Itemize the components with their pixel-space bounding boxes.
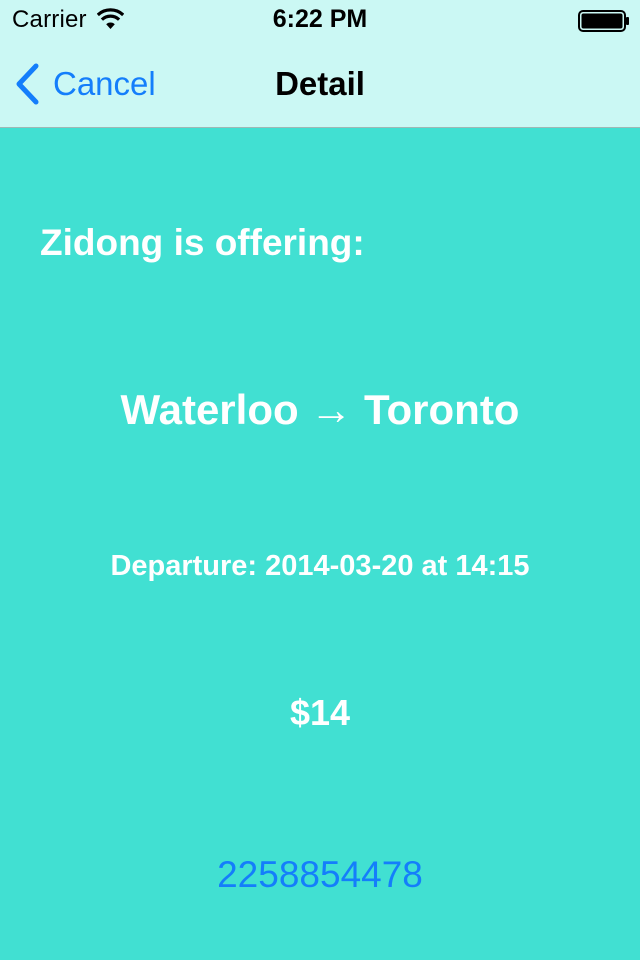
departure-label: Departure: 2014-03-20 at 14:15 [110, 550, 530, 582]
page-title: Detail [275, 65, 365, 102]
status-bar: Carrier 6:22 PM [0, 0, 640, 40]
route-label: Waterloo → Toronto [120, 386, 520, 433]
top-bar: Carrier 6:22 PM Cancel Detail [0, 0, 640, 128]
price-label: $14 [289, 692, 351, 733]
offer-detail: Zidong is offering: Waterloo → Toronto D… [0, 128, 640, 960]
phone-number-link[interactable]: 2258854478 [0, 854, 640, 896]
offer-heading: Zidong is offering: [40, 222, 365, 263]
detail-screen: Carrier 6:22 PM Cancel Detail Zidong is … [0, 0, 640, 960]
battery-icon [578, 10, 629, 32]
navigation-bar: Cancel Detail [0, 40, 640, 128]
status-time: 6:22 PM [272, 5, 368, 33]
